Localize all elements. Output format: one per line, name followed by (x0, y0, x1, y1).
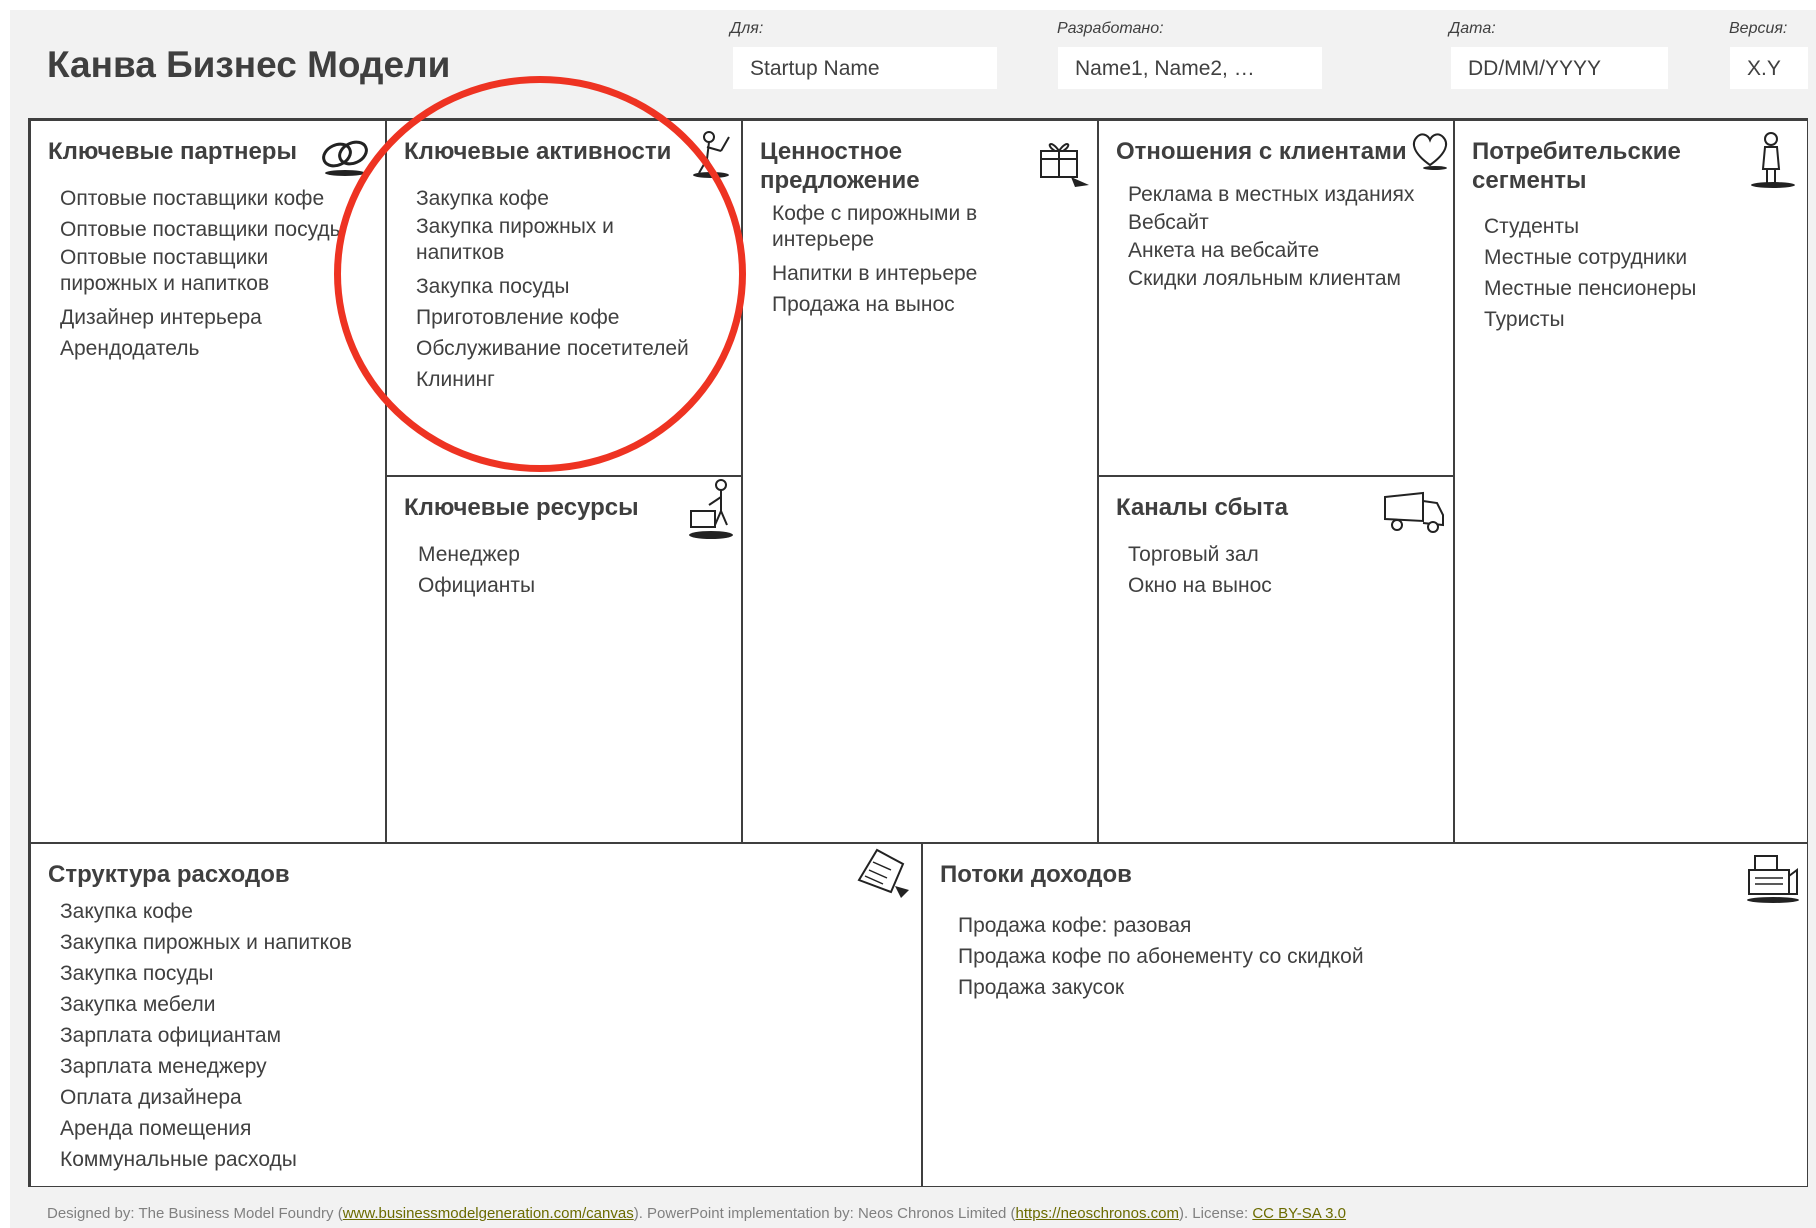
list-item: Окно на вынос (1128, 574, 1272, 597)
key-partners-block[interactable]: Ключевые партнеры Оптовые поставщики коф… (30, 120, 386, 843)
designed-by-label: Разработано: (1057, 20, 1164, 37)
list-item: Местные пенсионеры (1484, 277, 1697, 300)
list-item: Торговый зал (1128, 543, 1259, 566)
license-link[interactable]: CC BY-SA 3.0 (1252, 1205, 1346, 1222)
cash-register-icon (1747, 855, 1799, 903)
list-item: Закупка посуды (416, 275, 570, 298)
list-item: Приготовление кофе (416, 306, 620, 329)
person-icon (1751, 132, 1795, 188)
customer-relationships-list: Реклама в местных изданиях Вебсайт Анкет… (1128, 181, 1448, 293)
list-item: Закупка кофе (416, 187, 549, 210)
page-title: Канва Бизнес Модели (47, 44, 451, 85)
list-item: Анкета на вебсайте (1128, 239, 1320, 262)
bmg-link[interactable]: www.businessmodelgeneration.com/canvas (343, 1205, 634, 1222)
version-label: Версия: (1729, 20, 1788, 37)
list-item: Продажа закусок (958, 976, 1125, 999)
list-item: Оплата дизайнера (60, 1086, 242, 1109)
value-propositions-list: Кофе с пирожными в интерьере Напитки в и… (772, 201, 1092, 320)
factory-worker-icon (689, 479, 733, 539)
list-item: Оптовые поставщики пирожных и напитков (60, 246, 270, 295)
footer-credits: Designed by: The Business Model Foundry … (47, 1205, 1346, 1222)
designed-by-field[interactable]: Name1, Name2, … (1058, 47, 1322, 89)
cost-structure-list: Закупка кофе Закупка пирожных и напитков… (60, 896, 560, 1175)
customer-segments-list: Студенты Местные сотрудники Местные пенс… (1484, 211, 1804, 335)
gift-icon (1040, 143, 1089, 187)
business-model-canvas: Ключевые партнеры Оптовые поставщики коф… (28, 118, 1808, 1187)
list-item: Закупка пирожных и напитков (416, 215, 614, 264)
list-item: Продажа на вынос (772, 293, 955, 316)
customer-relationships-block[interactable]: Отношения с клиентами Реклама в местных … (1098, 120, 1454, 476)
key-resources-title: Ключевые ресурсы (404, 494, 639, 521)
list-item: Оптовые поставщики посуды (60, 218, 345, 241)
cost-structure-block[interactable]: Структура расходов Закупка кофе Закупка … (30, 843, 922, 1187)
list-item: Дизайнер интерьера (60, 306, 262, 329)
date-field[interactable]: DD/MM/YYYY (1451, 47, 1668, 89)
list-item: Кофе с пирожными в интерьере (772, 202, 978, 251)
channels-block[interactable]: Каналы сбыта Торговый зал Окно на вынос (1098, 476, 1454, 843)
list-item: Закупка мебели (60, 993, 216, 1016)
key-partners-title: Ключевые партнеры (48, 138, 297, 165)
list-item: Напитки в интерьере (772, 262, 978, 285)
channels-title: Каналы сбыта (1116, 494, 1288, 521)
list-item: Зарплата официантам (60, 1024, 282, 1047)
key-partners-list: Оптовые поставщики кофе Оптовые поставщи… (60, 183, 380, 364)
value-propositions-title: Ценностное предложение (760, 138, 920, 194)
customer-segments-title: Потребительские сегменты (1472, 138, 1681, 194)
footer-text: Designed by: The Business Model Foundry … (47, 1205, 343, 1222)
customer-relationships-title: Отношения с клиентами (1116, 138, 1407, 165)
list-item: Арендодатель (60, 337, 200, 360)
key-resources-block[interactable]: Ключевые ресурсы Менеджер Официанты (386, 476, 742, 843)
list-item: Официанты (418, 574, 536, 597)
list-item: Закупка пирожных и напитков (60, 931, 352, 954)
list-item: Оптовые поставщики кофе (60, 187, 325, 210)
list-item: Туристы (1484, 308, 1565, 331)
revenue-streams-title: Потоки доходов (940, 861, 1132, 888)
key-resources-list: Менеджер Официанты (418, 539, 738, 601)
worker-icon (693, 131, 730, 178)
version-field[interactable]: X.Y (1730, 47, 1808, 89)
list-item: Менеджер (418, 543, 520, 566)
list-item: Студенты (1484, 215, 1580, 238)
key-activities-block[interactable]: Ключевые активности Закупка кофе Закупка… (386, 120, 742, 476)
price-tag-icon (857, 848, 909, 898)
list-item: Вебсайт (1128, 211, 1209, 234)
neoschronos-link[interactable]: https://neoschronos.com (1016, 1205, 1179, 1222)
footer-text: ). License: (1178, 1205, 1253, 1222)
list-item: Продажа кофе по абонементу со скидкой (958, 945, 1364, 968)
list-item: Местные сотрудники (1484, 246, 1688, 269)
list-item: Клининг (416, 368, 495, 391)
list-item: Обслуживание посетителей (416, 337, 689, 360)
value-propositions-block[interactable]: Ценностное предложение Кофе с пирожными … (742, 120, 1098, 843)
heart-icon (1412, 133, 1448, 170)
customer-segments-block[interactable]: Потребительские сегменты Студенты Местны… (1454, 120, 1808, 843)
for-label: Для: (730, 20, 764, 37)
list-item: Продажа кофе: разовая (958, 914, 1192, 937)
footer-text: ). PowerPoint implementation by: Neos Ch… (633, 1205, 1016, 1222)
list-item: Закупка посуды (60, 962, 214, 985)
list-item: Реклама в местных изданиях (1128, 183, 1415, 206)
list-item: Аренда помещения (60, 1117, 252, 1140)
list-item: Скидки лояльным клиентам (1128, 267, 1401, 290)
truck-icon (1384, 491, 1444, 533)
list-item: Коммунальные расходы (60, 1148, 297, 1171)
key-activities-list: Закупка кофе Закупка пирожных и напитков… (416, 183, 736, 395)
date-label: Дата: (1449, 20, 1496, 37)
cost-structure-title: Структура расходов (48, 861, 290, 888)
chain-links-icon (322, 140, 368, 176)
revenue-streams-list: Продажа кофе: разовая Продажа кофе по аб… (958, 910, 1458, 1003)
key-activities-title: Ключевые активности (404, 138, 672, 165)
for-field[interactable]: Startup Name (733, 47, 997, 89)
list-item: Закупка кофе (60, 900, 193, 923)
list-item: Зарплата менеджеру (60, 1055, 267, 1078)
channels-list: Торговый зал Окно на вынос (1128, 539, 1448, 601)
revenue-streams-block[interactable]: Потоки доходов Продажа кофе: разовая Про… (922, 843, 1808, 1187)
